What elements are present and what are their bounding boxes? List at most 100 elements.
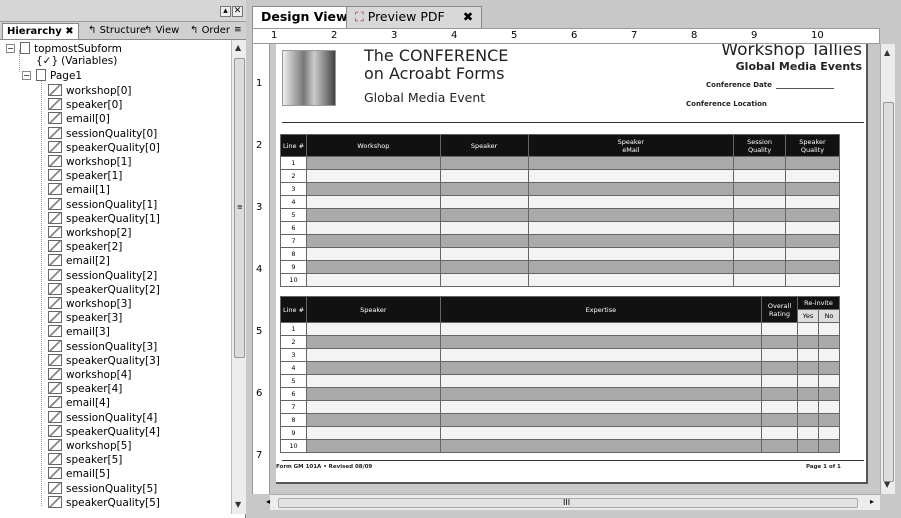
form-field-cell[interactable] — [527, 169, 735, 183]
hierarchy-scrollbar[interactable]: ▲ ≡ ▼ — [231, 40, 246, 514]
form-field-cell[interactable] — [439, 439, 763, 453]
form-field-cell[interactable] — [797, 322, 819, 336]
form-field-cell[interactable] — [785, 221, 840, 235]
form-field-cell[interactable] — [305, 221, 441, 235]
form-field-cell[interactable] — [761, 335, 799, 349]
collapse-root-toggle[interactable]: − — [6, 44, 15, 53]
form-field-cell[interactable] — [527, 156, 735, 170]
form-field-cell[interactable] — [305, 322, 441, 336]
tree-field-item[interactable]: email[0] — [48, 112, 110, 125]
tree-field-item[interactable]: workshop[5] — [48, 439, 132, 452]
form-field-cell[interactable] — [527, 195, 735, 209]
tab-hierarchy[interactable]: Hierarchy ✖ — [2, 23, 79, 39]
form-field-cell[interactable] — [785, 260, 840, 274]
scroll-left-icon[interactable]: ◂ — [266, 497, 270, 506]
minimize-panel-button[interactable]: ▴ — [220, 6, 231, 17]
tree-node-root[interactable]: topmostSubform — [20, 42, 122, 55]
form-field-cell[interactable] — [797, 348, 819, 362]
tree-field-item[interactable]: sessionQuality[1] — [48, 197, 157, 211]
scroll-thumb[interactable]: III — [278, 498, 858, 508]
form-field-cell[interactable] — [527, 208, 735, 222]
form-field-cell[interactable] — [305, 400, 441, 414]
conference-date-field[interactable] — [776, 88, 834, 89]
form-field-cell[interactable] — [797, 426, 819, 440]
form-field-cell[interactable] — [797, 335, 819, 349]
collapse-page-toggle[interactable]: − — [22, 71, 31, 80]
form-field-cell[interactable] — [733, 208, 787, 222]
canvas-vertical-scrollbar[interactable]: ▲ ▼ — [880, 44, 895, 494]
tree-field-item[interactable]: email[5] — [48, 467, 110, 480]
form-field-cell[interactable] — [733, 182, 787, 196]
scroll-right-icon[interactable]: ▸ — [870, 497, 874, 506]
form-field-cell[interactable] — [439, 273, 529, 287]
form-field-cell[interactable] — [817, 322, 841, 336]
form-field-cell[interactable] — [817, 374, 841, 388]
form-field-cell[interactable] — [305, 439, 441, 453]
form-field-cell[interactable] — [439, 387, 763, 401]
form-field-cell[interactable] — [761, 400, 799, 414]
tree-field-item[interactable]: email[4] — [48, 396, 110, 409]
form-field-cell[interactable] — [733, 195, 787, 209]
scroll-up-icon[interactable]: ▲ — [884, 48, 890, 57]
form-field-cell[interactable] — [817, 413, 841, 427]
form-field-cell[interactable] — [761, 413, 799, 427]
form-field-cell[interactable] — [305, 260, 441, 274]
form-field-cell[interactable] — [305, 361, 441, 375]
tree-field-item[interactable]: workshop[2] — [48, 226, 132, 239]
form-field-cell[interactable] — [733, 234, 787, 248]
form-field-cell[interactable] — [439, 221, 529, 235]
tree-field-item[interactable]: sessionQuality[4] — [48, 410, 157, 424]
form-field-cell[interactable] — [785, 182, 840, 196]
form-field-cell[interactable] — [305, 195, 441, 209]
form-field-cell[interactable] — [305, 208, 441, 222]
tree-field-item[interactable]: speakerQuality[1] — [48, 211, 160, 225]
form-field-cell[interactable] — [733, 221, 787, 235]
tree-field-item[interactable]: speaker[5] — [48, 453, 122, 466]
form-field-cell[interactable] — [439, 208, 529, 222]
close-icon[interactable]: ✖ — [463, 9, 473, 24]
scroll-thumb[interactable]: ≡ — [234, 58, 245, 358]
form-field-cell[interactable] — [439, 234, 529, 248]
tree-field-item[interactable]: speaker[0] — [48, 98, 122, 111]
form-field-cell[interactable] — [761, 439, 799, 453]
form-field-cell[interactable] — [785, 156, 840, 170]
form-field-cell[interactable] — [439, 400, 763, 414]
form-field-cell[interactable] — [817, 335, 841, 349]
form-field-cell[interactable] — [305, 348, 441, 362]
form-field-cell[interactable] — [817, 361, 841, 375]
form-field-cell[interactable] — [797, 439, 819, 453]
form-field-cell[interactable] — [305, 273, 441, 287]
tree-field-item[interactable]: speaker[1] — [48, 169, 122, 182]
tree-node-page1[interactable]: Page1 — [36, 69, 82, 82]
form-field-cell[interactable] — [439, 247, 529, 261]
form-field-cell[interactable] — [785, 208, 840, 222]
tree-field-item[interactable]: speakerQuality[2] — [48, 282, 160, 296]
form-field-cell[interactable] — [733, 247, 787, 261]
form-field-cell[interactable] — [305, 413, 441, 427]
tree-field-item[interactable]: workshop[0] — [48, 84, 132, 97]
scroll-thumb[interactable] — [883, 102, 894, 482]
form-field-cell[interactable] — [733, 169, 787, 183]
form-field-cell[interactable] — [817, 426, 841, 440]
form-field-cell[interactable] — [305, 387, 441, 401]
form-field-cell[interactable] — [305, 169, 441, 183]
tree-field-item[interactable]: speakerQuality[3] — [48, 353, 160, 367]
form-field-cell[interactable] — [817, 348, 841, 362]
tree-field-item[interactable]: speakerQuality[5] — [48, 495, 160, 509]
form-field-cell[interactable] — [305, 374, 441, 388]
form-field-cell[interactable] — [305, 335, 441, 349]
form-field-cell[interactable] — [761, 426, 799, 440]
form-field-cell[interactable] — [527, 247, 735, 261]
form-field-cell[interactable] — [439, 426, 763, 440]
form-field-cell[interactable] — [761, 387, 799, 401]
tab-view[interactable]: ↰ View — [140, 23, 183, 39]
canvas-horizontal-scrollbar[interactable]: ◂ III ▸ — [266, 494, 880, 510]
panel-menu-icon[interactable]: ≡ — [234, 25, 242, 35]
tree-field-item[interactable]: workshop[3] — [48, 297, 132, 310]
form-field-cell[interactable] — [785, 273, 840, 287]
form-field-cell[interactable] — [305, 156, 441, 170]
form-field-cell[interactable] — [761, 361, 799, 375]
form-field-cell[interactable] — [785, 247, 840, 261]
tree-field-item[interactable]: email[2] — [48, 254, 110, 267]
tree-field-item[interactable]: sessionQuality[0] — [48, 126, 157, 140]
